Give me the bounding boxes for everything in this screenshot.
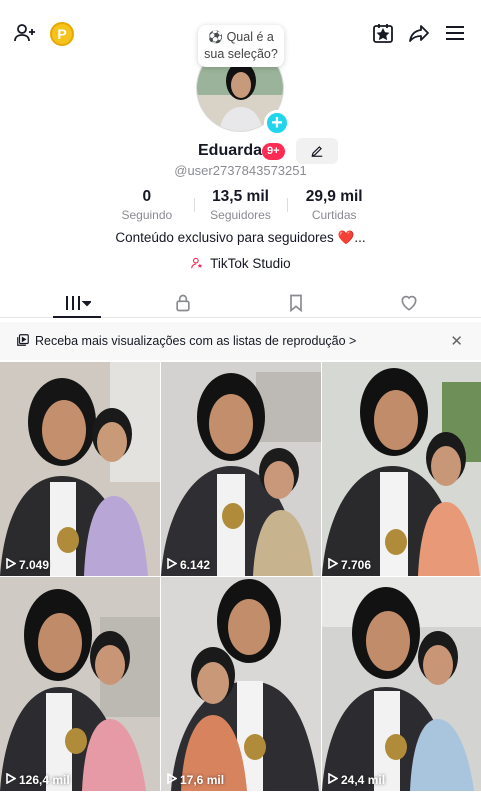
thumbnail-image — [0, 577, 160, 791]
add-friend-icon[interactable] — [12, 20, 38, 46]
view-count-text: 24,4 mil — [341, 773, 386, 787]
video-thumbnail[interactable]: 17,6 mil — [161, 577, 321, 791]
video-thumbnail[interactable]: 24,4 mil — [322, 577, 481, 791]
bio-ellipsis: ... — [354, 230, 366, 245]
stat-likes[interactable]: 29,9 mil Curtidas — [287, 188, 381, 222]
stat-following[interactable]: 0 Seguindo — [100, 188, 194, 222]
view-count-text: 7.049 — [19, 558, 50, 572]
thumbnail-image — [322, 362, 481, 576]
bio-text: Conteúdo exclusivo para seguidores — [115, 230, 334, 245]
thumbnail-image — [0, 362, 160, 576]
play-icon — [328, 557, 339, 572]
thumbnail-image — [161, 577, 321, 791]
profile-stats: 0 Seguindo 13,5 mil Seguidores 29,9 mil … — [100, 188, 381, 222]
profile-name: Eduarda — [198, 142, 263, 159]
menu-icon[interactable] — [442, 20, 468, 46]
video-grid: 7.049 6.142 7.706 126,4 mil 17,6 mil 24,… — [0, 362, 481, 800]
play-icon — [328, 772, 339, 787]
view-count-text: 17,6 mil — [180, 773, 225, 787]
studio-person-icon — [190, 256, 208, 271]
videos-tab[interactable] — [47, 290, 107, 316]
active-tab-indicator — [53, 316, 101, 318]
view-count: 7.706 — [328, 557, 372, 572]
pencil-icon — [311, 146, 323, 157]
stat-value: 13,5 mil — [212, 188, 269, 205]
banner-text: Receba mais visualizações com as listas … — [35, 334, 357, 348]
video-thumbnail[interactable]: 126,4 mil — [0, 577, 160, 791]
question-bubble[interactable]: ⚽ Qual é a sua seleção? — [198, 25, 284, 67]
play-icon — [167, 557, 178, 572]
lock-icon — [176, 294, 190, 312]
play-icon — [6, 772, 17, 787]
notification-badge: 9+ — [262, 143, 285, 160]
coin-icon[interactable]: P — [50, 22, 74, 46]
soccer-ball-icon: ⚽ — [208, 30, 224, 44]
tiktok-studio-link[interactable]: TikTok Studio — [0, 256, 481, 271]
close-icon[interactable]: ✕ — [450, 332, 463, 350]
video-thumbnail[interactable]: 7.706 — [322, 362, 481, 576]
playlist-icon — [16, 333, 30, 350]
edit-profile-button[interactable] — [296, 138, 338, 164]
stat-label: Curtidas — [311, 208, 357, 222]
thumbnail-image — [161, 362, 321, 576]
play-icon — [6, 557, 17, 572]
username-handle: @user2737843573251 — [174, 163, 307, 178]
heart-icon: ❤️ — [337, 230, 355, 245]
stat-followers[interactable]: 13,5 mil Seguidores — [193, 188, 288, 222]
private-tab[interactable] — [153, 290, 213, 316]
stat-label: Seguindo — [121, 208, 173, 222]
grid-icon — [66, 296, 91, 310]
profile-tabs — [0, 284, 481, 318]
stat-value: 0 — [142, 188, 152, 205]
view-count: 17,6 mil — [167, 772, 225, 787]
heart-outline-icon — [401, 295, 417, 311]
thumbnail-image — [322, 577, 481, 791]
liked-tab[interactable] — [379, 290, 439, 316]
playlist-banner[interactable]: Receba mais visualizações com as listas … — [0, 322, 481, 360]
view-count: 6.142 — [167, 557, 211, 572]
saved-tab[interactable] — [266, 290, 326, 316]
stat-value: 29,9 mil — [305, 188, 363, 205]
calendar-star-icon[interactable] — [370, 20, 396, 46]
video-thumbnail[interactable]: 7.049 — [0, 362, 160, 576]
view-count-text: 6.142 — [180, 558, 211, 572]
play-icon — [167, 772, 178, 787]
view-count-text: 126,4 mil — [19, 773, 70, 787]
view-count: 126,4 mil — [6, 772, 70, 787]
bio[interactable]: Conteúdo exclusivo para seguidores ❤️... — [0, 230, 481, 246]
studio-label: TikTok Studio — [210, 256, 291, 271]
bookmark-icon — [290, 294, 302, 313]
view-count: 24,4 mil — [328, 772, 386, 787]
share-icon[interactable] — [406, 20, 432, 46]
stat-label: Seguidores — [210, 208, 271, 222]
name-row: Eduarda 9+ — [0, 138, 481, 164]
video-thumbnail[interactable]: 6.142 — [161, 362, 321, 576]
view-count-text: 7.706 — [341, 558, 372, 572]
view-count: 7.049 — [6, 557, 50, 572]
add-story-button[interactable]: + — [264, 110, 290, 136]
